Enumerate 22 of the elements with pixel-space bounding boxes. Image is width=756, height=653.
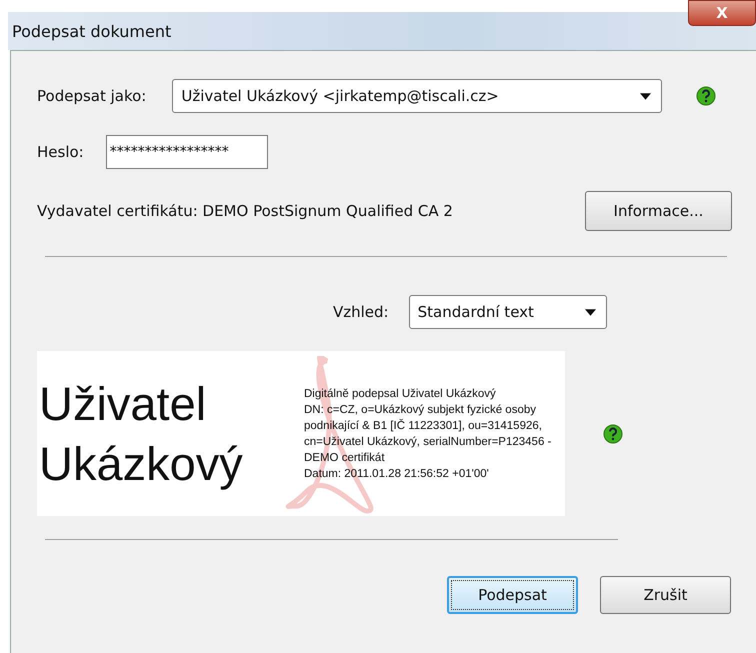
help-icon[interactable] (603, 424, 623, 444)
field-label: Vzhled: (333, 303, 389, 321)
signer-dropdown[interactable]: Uživatel Ukázkový <jirkatemp@tiscali.cz> (172, 79, 662, 113)
window-title: Podepsat dokument (12, 22, 172, 40)
dropdown-arrow-icon[interactable] (584, 308, 596, 316)
dropdown-value: Standardní text (418, 303, 534, 321)
info-button[interactable]: Informace... (585, 191, 732, 231)
dropdown-value: Uživatel Ukázkový <jirkatemp@tiscali.cz> (181, 87, 499, 105)
signer-name: Ukázkový (39, 436, 244, 492)
appearance-dropdown[interactable]: Standardní text (408, 295, 607, 329)
dialog-button[interactable]: Podepsat (447, 576, 578, 614)
dropdown-arrow-icon[interactable] (640, 92, 652, 100)
password-field[interactable]: ***************** (106, 135, 268, 169)
dialog-button[interactable]: Zrušit (600, 576, 731, 614)
signer-name: Uživatel (39, 376, 208, 432)
signature-details: Digitálně podepsal Uživatel Ukázkový (304, 386, 497, 402)
issuer-text: Vydavatel certifikátu: DEMO PostSignum Qualified CA 2 (37, 202, 453, 220)
signature-details: Datum: 2011.01.28 21:56:52 +01'00' (304, 466, 490, 482)
help-icon[interactable] (696, 86, 716, 106)
field-label: Heslo: (37, 143, 84, 161)
field-label: Podepsat jako: (37, 87, 146, 105)
signature-details: DN: c=CZ, o=Ukázkový subjekt fyzické osoby podnikající & B1 [IČ 11223301], ou=31415926, cn=Uživatel Ukázkový, serialNumber=P123456 - DEMO certifikát (304, 402, 552, 466)
